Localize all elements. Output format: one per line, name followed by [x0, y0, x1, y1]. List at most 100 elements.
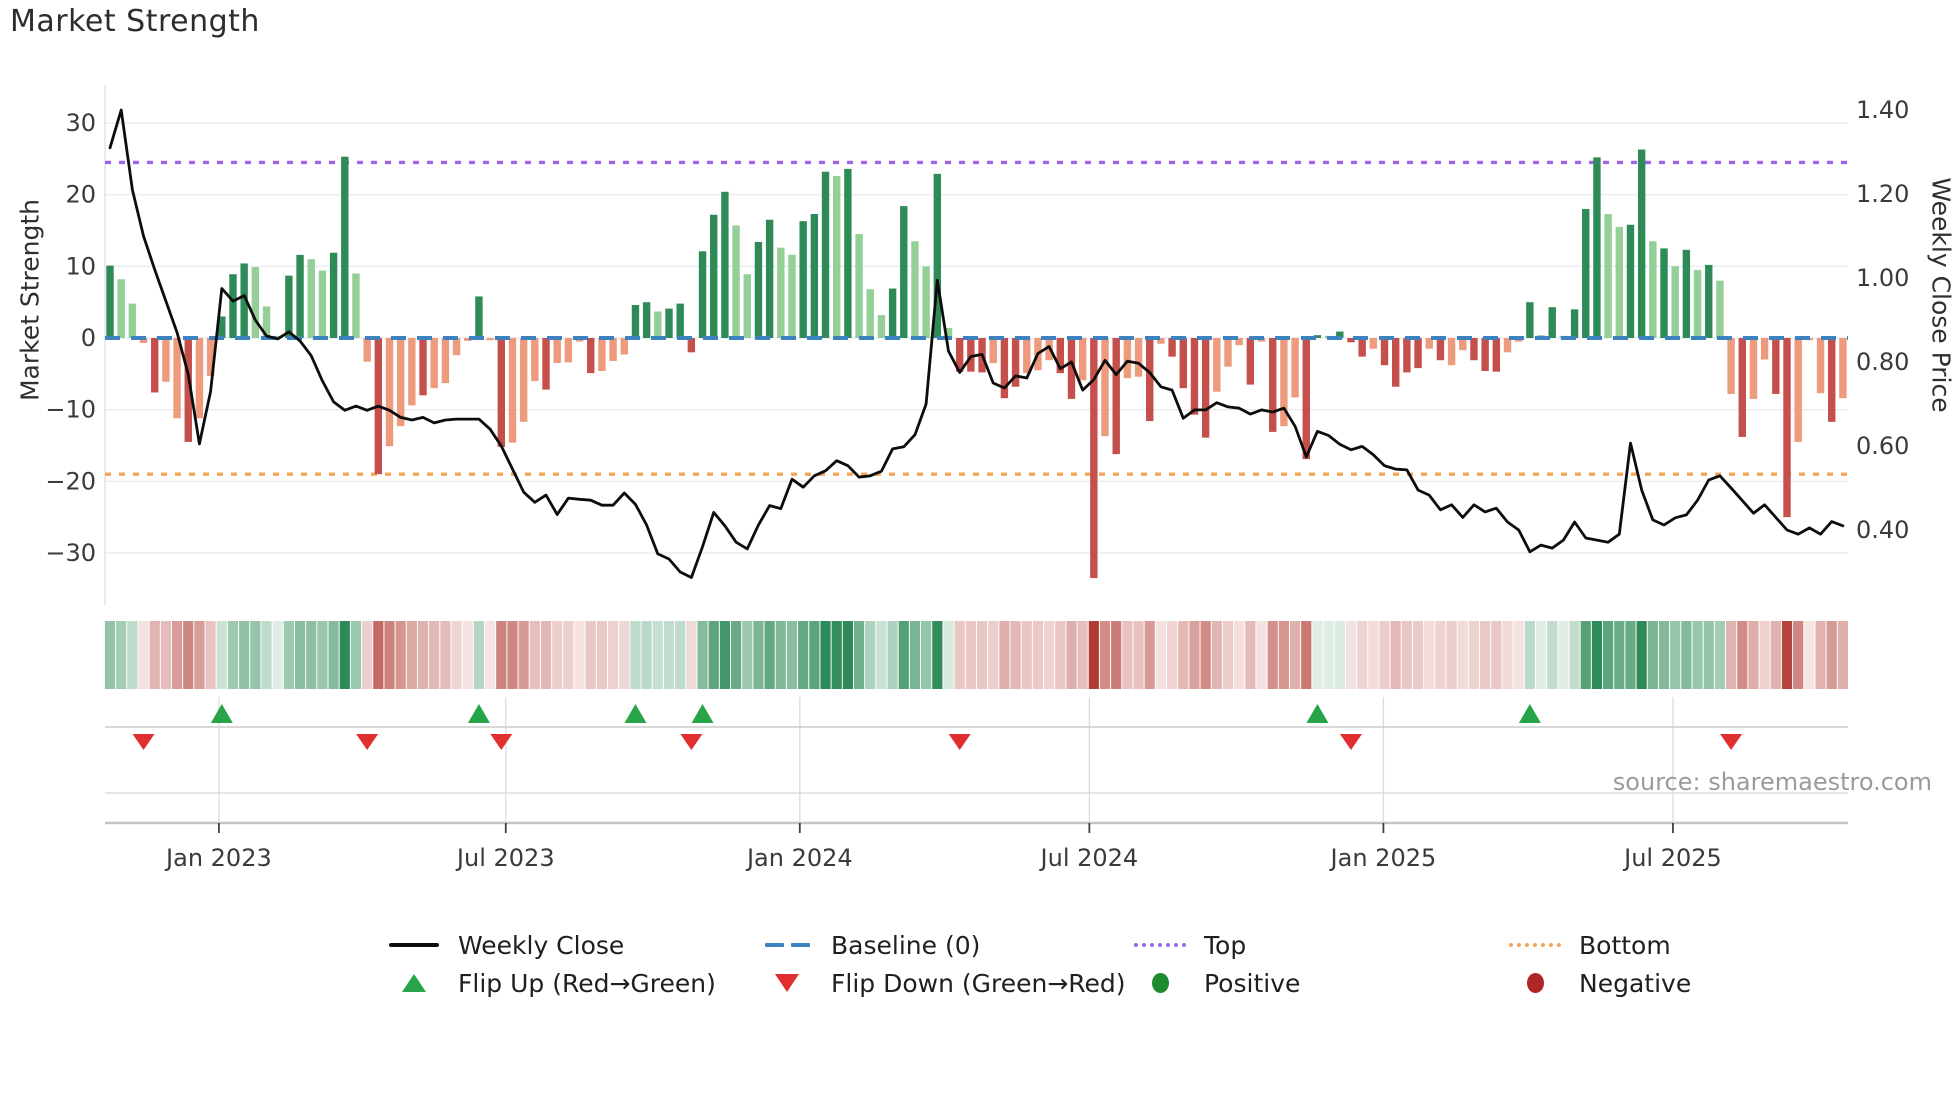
- strength-bar: [1436, 338, 1445, 361]
- strength-bar: [486, 338, 494, 341]
- heatmap-cell: [608, 621, 619, 689]
- heatmap-cell: [697, 621, 708, 689]
- legend-item-flip-up: Flip Up (Red→Green): [382, 966, 716, 1000]
- strength-bar: [1705, 264, 1713, 338]
- heatmap-cell: [1770, 621, 1781, 689]
- y-tick-label-left: 0: [81, 324, 96, 352]
- heatmap-cell: [1502, 621, 1513, 689]
- heatmap-cell: [1390, 621, 1401, 689]
- heatmap-cell: [1222, 621, 1234, 689]
- legend-item-flip-down: Flip Down (Green→Red): [755, 966, 1126, 1000]
- strength-bar: [329, 252, 338, 338]
- heatmap-cell: [485, 621, 496, 689]
- strength-bar: [888, 288, 897, 338]
- strength-bar: [866, 289, 874, 338]
- strength-bar: [173, 338, 181, 419]
- strength-bar: [1380, 338, 1389, 366]
- heatmap-cell: [1603, 621, 1614, 689]
- y-tick-label-right: 1.20: [1856, 180, 1909, 208]
- heatmap-cell: [451, 621, 462, 689]
- heatmap-cell: [473, 621, 485, 689]
- heatmap-cell: [1625, 621, 1636, 689]
- strength-bar: [1392, 338, 1400, 387]
- strength-bar: [1548, 307, 1556, 338]
- strength-bar: [1604, 214, 1612, 338]
- strength-bar: [285, 275, 293, 338]
- strength-bar: [844, 168, 852, 338]
- heatmap-cell: [887, 621, 898, 689]
- heatmap-cell: [1748, 621, 1759, 689]
- heatmap-cell: [328, 621, 339, 689]
- heatmap-cell: [786, 621, 798, 689]
- heatmap-cell: [183, 621, 194, 689]
- heatmap-cell: [876, 621, 887, 689]
- positive-dot-icon: [1128, 973, 1192, 993]
- heatmap-cell: [1211, 621, 1222, 689]
- strength-bar: [117, 279, 125, 338]
- flip-down-marker: [948, 734, 971, 750]
- heatmap-cell: [362, 621, 373, 689]
- strength-bar: [620, 338, 628, 355]
- heatmap-cell: [820, 621, 831, 689]
- strength-bar: [296, 254, 304, 338]
- strength-bar: [106, 265, 114, 338]
- strength-bar: [1403, 338, 1411, 373]
- heatmap-cell: [842, 621, 853, 689]
- flip-down-marker: [490, 734, 513, 750]
- heatmap-cell: [306, 621, 317, 689]
- heatmap-cell: [1379, 621, 1390, 689]
- strength-bar: [754, 241, 763, 338]
- heatmap-cell: [205, 621, 216, 689]
- heatmap-cell: [518, 621, 529, 689]
- strength-bar: [195, 338, 204, 419]
- heatmap-cell: [1636, 621, 1647, 689]
- heatmap-cell: [1334, 621, 1345, 689]
- heatmap-cell: [1837, 621, 1848, 689]
- strength-bar: [1716, 280, 1724, 338]
- flip-down-marker: [1339, 734, 1362, 750]
- top-dotted-line-icon: [1128, 943, 1192, 947]
- strength-bar: [676, 303, 684, 338]
- heatmap-cell: [149, 621, 160, 689]
- flip-down-marker: [680, 734, 703, 750]
- heatmap-cell: [127, 621, 138, 689]
- legend-label: Flip Up (Red→Green): [458, 968, 716, 998]
- weekly-close-line-icon: [382, 943, 446, 947]
- heatmap-cell: [272, 621, 283, 689]
- heatmap-cell: [719, 621, 730, 689]
- strength-bar: [1190, 338, 1199, 415]
- heatmap-cell: [652, 621, 663, 689]
- heatmap-cell: [350, 621, 362, 689]
- heatmap-cell: [585, 621, 596, 689]
- heatmap-cell: [921, 621, 932, 689]
- strength-bar: [1023, 338, 1031, 374]
- strength-bar: [385, 338, 394, 447]
- strength-bar: [1772, 338, 1780, 394]
- heatmap-cell: [742, 621, 753, 689]
- legend-label: Weekly Close: [458, 930, 625, 960]
- heatmap-cell: [540, 621, 552, 689]
- heatmap-cell: [1357, 621, 1368, 689]
- strength-bar: [1693, 269, 1702, 338]
- strength-bar: [1302, 338, 1310, 460]
- heatmap-cell: [898, 621, 909, 689]
- heatmap-cell: [194, 621, 205, 689]
- heatmap-cell: [1714, 621, 1726, 689]
- strength-bar: [1839, 338, 1847, 399]
- flip-up-marker: [210, 704, 233, 723]
- strength-bar: [1816, 338, 1825, 394]
- strength-bar: [1526, 302, 1534, 338]
- heatmap-cell: [1692, 621, 1703, 689]
- heatmap-cell: [1278, 621, 1289, 689]
- strength-bar: [1492, 338, 1501, 372]
- heatmap-cell: [619, 621, 630, 689]
- heatmap-cell: [1480, 621, 1491, 689]
- strength-bar: [475, 296, 483, 338]
- heatmap-cell: [429, 621, 440, 689]
- heatmap-cell: [1681, 621, 1692, 689]
- heatmap-cell: [1547, 621, 1558, 689]
- figure-market-strength: Market Strength Market Strength Weekly C…: [0, 0, 1960, 1102]
- legend-label: Flip Down (Green→Red): [831, 968, 1126, 998]
- heatmap-cell: [1815, 621, 1826, 689]
- heatmap-cell: [1468, 621, 1480, 689]
